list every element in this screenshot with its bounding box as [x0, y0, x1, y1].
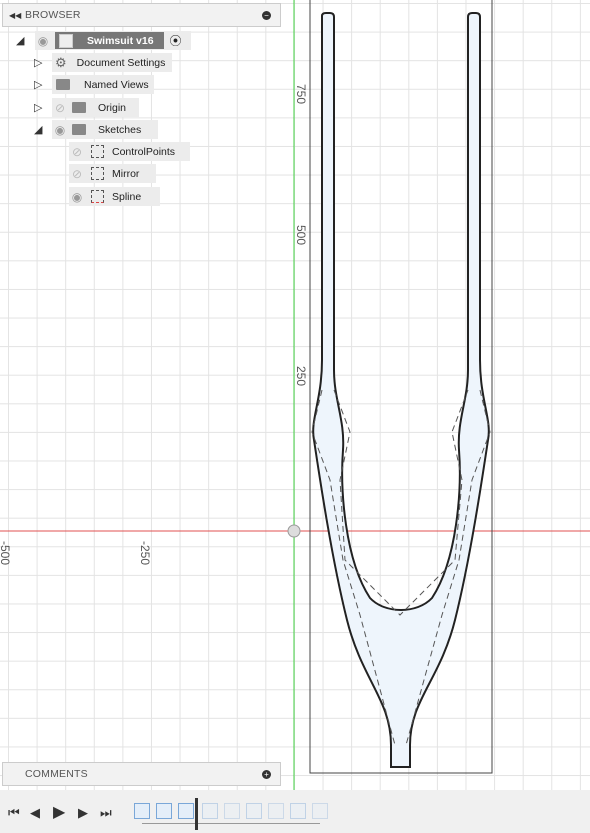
expand-triangle-icon[interactable]: ◢: [34, 123, 42, 136]
browser-title: BROWSER: [25, 9, 81, 21]
item-label: Mirror: [112, 167, 140, 180]
minimize-icon[interactable]: −: [262, 10, 271, 20]
eye-hidden-icon[interactable]: ⊘: [69, 145, 85, 159]
item-label: Sketches: [98, 123, 142, 136]
folder-icon: [56, 79, 70, 90]
expand-triangle-icon[interactable]: ▷: [34, 78, 42, 91]
eye-hidden-icon[interactable]: ⊘: [69, 167, 85, 181]
browser-panel-header[interactable]: ◀◀ BROWSER −: [2, 3, 281, 27]
eye-hidden-icon[interactable]: ⊘: [52, 101, 68, 115]
timeline-feature-icon[interactable]: [290, 803, 306, 819]
tree-item-sketches[interactable]: ◉ Sketches: [52, 120, 158, 139]
add-comment-icon[interactable]: +: [262, 769, 271, 779]
play-icon[interactable]: ▶: [53, 802, 65, 822]
axis-label: -250: [138, 541, 152, 566]
timeline-pattern-icon[interactable]: [268, 803, 284, 819]
axis-label: -500: [0, 541, 12, 566]
timeline-sketch-icon[interactable]: [312, 803, 328, 819]
timeline-feature-icon[interactable]: [246, 803, 262, 819]
axis-label: 250: [294, 366, 308, 387]
expand-triangle-icon[interactable]: ▷: [34, 56, 42, 69]
eye-icon[interactable]: ◉: [52, 123, 68, 137]
item-label: ControlPoints: [112, 145, 176, 158]
timeline-sketch-icon[interactable]: [178, 803, 194, 819]
timeline-track: [142, 823, 320, 824]
go-to-start-icon[interactable]: ⏮: [8, 805, 20, 821]
item-label: Spline: [112, 190, 142, 203]
tree-item-document-settings[interactable]: ⚙ Document Settings: [52, 53, 172, 72]
sketch-item-mirror[interactable]: ⊘ Mirror: [69, 164, 156, 183]
sketch-icon: [91, 167, 104, 180]
tree-item-origin[interactable]: ⊘ Origin: [52, 98, 139, 117]
item-label: Named Views: [84, 78, 149, 91]
expand-triangle-icon[interactable]: ▷: [34, 101, 42, 114]
sketch-item-controlpoints[interactable]: ⊘ ControlPoints: [69, 142, 190, 161]
sketch-item-spline[interactable]: ◉ Spline: [69, 187, 160, 206]
eye-icon[interactable]: ◉: [69, 190, 85, 204]
step-forward-icon[interactable]: ▶: [78, 805, 88, 821]
collapse-icon[interactable]: ◀◀: [9, 11, 21, 20]
item-label: Document Settings: [76, 56, 166, 69]
step-back-icon[interactable]: ◀: [30, 805, 40, 821]
timeline-sketch-icon[interactable]: [156, 803, 172, 819]
timeline-feature-icon[interactable]: [202, 803, 218, 819]
expand-triangle-icon[interactable]: ◢: [16, 34, 24, 47]
eye-icon[interactable]: ◉: [35, 34, 51, 48]
sketch-icon: [91, 145, 104, 158]
gear-icon: ⚙: [55, 54, 67, 70]
component-icon: [59, 33, 73, 48]
folder-icon: [72, 102, 86, 113]
timeline-bar: ⏮ ◀ ▶ ▶ ⏭: [0, 790, 590, 833]
axis-label: 500: [294, 225, 308, 246]
go-to-end-icon[interactable]: ⏭: [100, 805, 112, 821]
origin-point: [287, 524, 301, 538]
item-label: Origin: [98, 101, 127, 114]
swimsuit-spline: [312, 12, 490, 768]
axis-label: 750: [294, 84, 308, 105]
root-label: Swimsuit v16: [87, 34, 154, 47]
timeline-sketch-icon[interactable]: [224, 803, 240, 819]
tree-root[interactable]: ◉ Swimsuit v16 ⦿: [35, 31, 191, 50]
timeline-marker[interactable]: [195, 798, 198, 830]
comments-title: COMMENTS: [25, 768, 88, 780]
sketch-view: [0, 0, 590, 790]
sketch-locked-icon: [91, 190, 104, 203]
timeline-sketch-icon[interactable]: [134, 803, 150, 819]
activate-icon[interactable]: ⦿: [170, 32, 182, 49]
tree-item-named-views[interactable]: Named Views: [52, 75, 154, 94]
comments-panel-header[interactable]: COMMENTS +: [2, 762, 281, 786]
folder-icon: [72, 124, 86, 135]
